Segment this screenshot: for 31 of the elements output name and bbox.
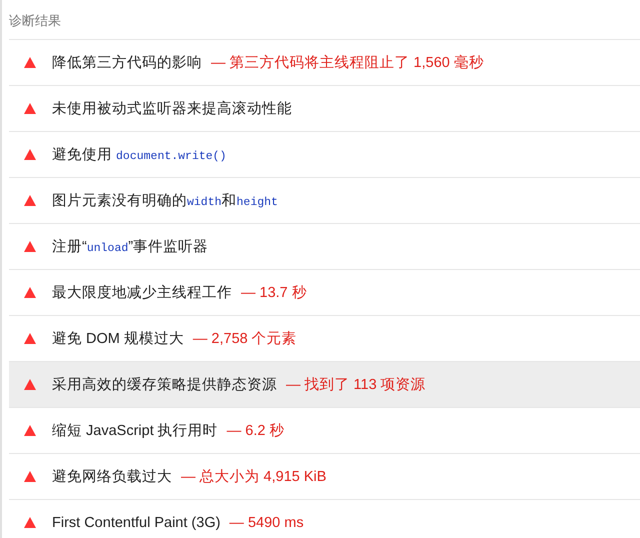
audit-detail: — 找到了 113 项资源 bbox=[286, 376, 426, 394]
warning-triangle-icon bbox=[24, 149, 36, 160]
audit-title: 图片元素没有明确的width和 height bbox=[52, 192, 278, 210]
warning-triangle-icon bbox=[24, 195, 36, 206]
warning-triangle-icon bbox=[24, 103, 36, 114]
warning-triangle-icon bbox=[24, 333, 36, 344]
audit-detail: — 总大小为 4,915 KiB bbox=[181, 468, 326, 486]
warning-triangle-icon bbox=[24, 379, 36, 390]
audit-detail: — 第三方代码将主线程阻止了 1,560 毫秒 bbox=[211, 54, 484, 72]
audit-title: 避免网络负载过大 bbox=[52, 468, 172, 486]
audit-title: 缩短 JavaScript 执行用时 bbox=[52, 422, 218, 440]
audit-title: 最大限度地减少主线程工作 bbox=[52, 284, 232, 302]
audit-title: 避免 DOM 规模过大 bbox=[52, 330, 184, 348]
warning-triangle-icon bbox=[24, 241, 36, 252]
audit-title: 注册“unload”事件监听器 bbox=[52, 238, 208, 256]
section-title: 诊断结果 bbox=[9, 12, 61, 30]
audit-detail: — 2,758 个元素 bbox=[192, 330, 297, 348]
audit-title: 避免使用 document.write() bbox=[52, 146, 226, 164]
audit-detail: — 13.7 秒 bbox=[241, 284, 307, 302]
warning-triangle-icon bbox=[24, 57, 36, 68]
warning-triangle-icon bbox=[24, 287, 36, 298]
audit-row[interactable]: 采用高效的缓存策略提供静态资源 — 找到了 113 项资源 bbox=[9, 362, 640, 408]
audit-title: 采用高效的缓存策略提供静态资源 bbox=[52, 376, 277, 394]
audit-detail: — 6.2 秒 bbox=[226, 422, 284, 440]
warning-triangle-icon bbox=[24, 517, 36, 528]
warning-triangle-icon bbox=[24, 471, 36, 482]
warning-triangle-icon bbox=[24, 425, 36, 436]
audit-title: First Contentful Paint (3G) bbox=[52, 514, 220, 530]
audit-title: 降低第三方代码的影响 bbox=[52, 54, 202, 72]
audit-detail: — 5490 ms bbox=[229, 514, 304, 530]
audit-title: 未使用被动式监听器来提高滚动性能 bbox=[52, 100, 292, 118]
